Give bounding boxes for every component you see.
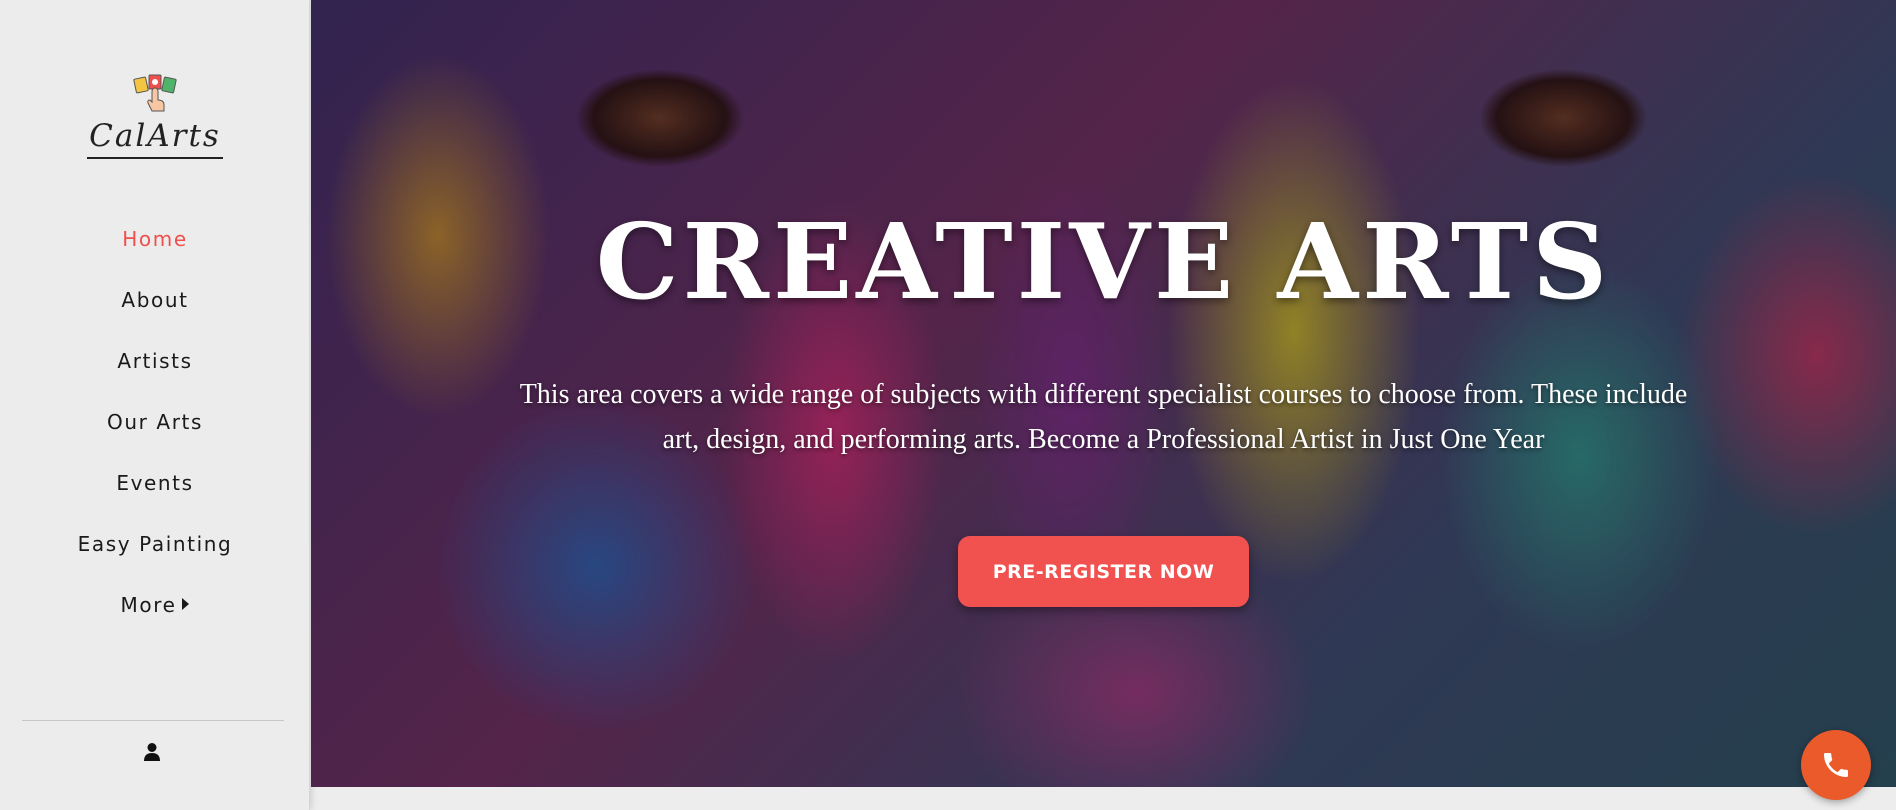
call-button[interactable]: [1801, 730, 1871, 800]
sidebar-divider: [22, 720, 284, 721]
nav-item-label: Events: [116, 471, 194, 495]
brand-name: CalArts: [87, 118, 223, 159]
nav-item-home[interactable]: Home: [0, 218, 310, 279]
nav-item-events[interactable]: Events: [0, 462, 310, 523]
nav-item-more[interactable]: More: [0, 584, 310, 645]
hero-title: CREATIVE ARTS: [595, 200, 1612, 323]
nav-item-label: Artists: [117, 349, 193, 373]
art-cards-hand-icon: [133, 74, 177, 112]
pre-register-button[interactable]: PRE-REGISTER NOW: [958, 536, 1249, 607]
hero-content: CREATIVE ARTS This area covers a wide ra…: [311, 0, 1896, 787]
nav-item-label: Our Arts: [107, 410, 203, 434]
sidebar: CalArts Home About Artists Our Arts Even…: [0, 0, 310, 810]
nav-item-label: Home: [122, 227, 188, 251]
user-icon[interactable]: [143, 742, 161, 762]
nav-item-about[interactable]: About: [0, 279, 310, 340]
brand-logo[interactable]: CalArts: [0, 70, 310, 159]
nav-item-artists[interactable]: Artists: [0, 340, 310, 401]
nav-item-easy-painting[interactable]: Easy Painting: [0, 523, 310, 584]
nav-item-label: More: [120, 593, 177, 617]
nav-item-our-arts[interactable]: Our Arts: [0, 401, 310, 462]
nav-item-label: About: [121, 288, 189, 312]
phone-icon: [1824, 753, 1848, 777]
nav-item-label: Easy Painting: [77, 532, 233, 556]
main-nav: Home About Artists Our Arts Events Easy …: [0, 218, 310, 645]
caret-right-icon: [182, 598, 190, 610]
hero-banner: CREATIVE ARTS This area covers a wide ra…: [311, 0, 1896, 787]
hero-description: This area covers a wide range of subject…: [519, 379, 1688, 455]
